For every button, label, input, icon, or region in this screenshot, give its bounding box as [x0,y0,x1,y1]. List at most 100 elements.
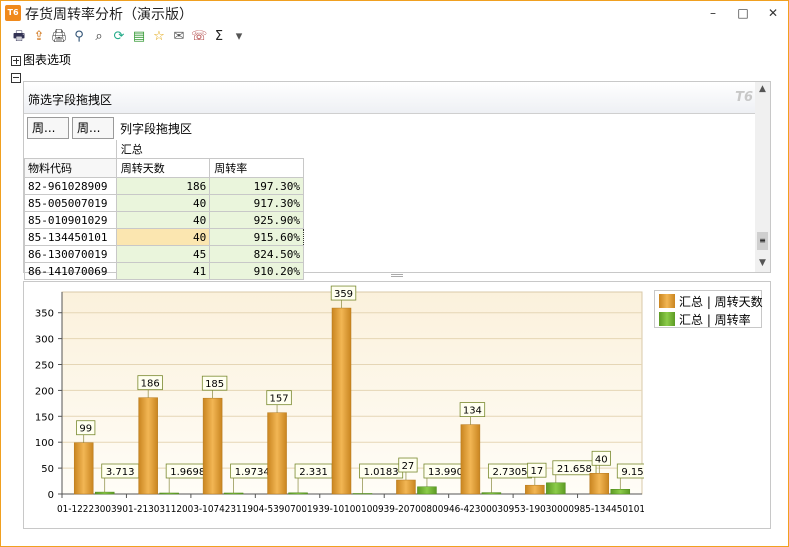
legend-label-days: 汇总 | 周转天数 [679,295,763,309]
chart-options-toggle[interactable]: 图表选项 [11,51,71,68]
turnover-rate-cell[interactable]: 824.50% [209,245,304,263]
bar-turnover-days [589,473,610,495]
material-code-cell[interactable]: 82-961028909 [24,177,117,195]
comment-icon[interactable]: ☏ [191,29,207,45]
y-tick-label: 300 [35,335,54,346]
material-code-cell[interactable]: 86-130070019 [24,245,117,263]
bar-turnover-days [331,307,352,495]
pivot-collapse-toggle[interactable] [11,70,23,84]
row-header[interactable]: 物料代码 [24,158,117,178]
column-drop-zone[interactable]: 列字段拖拽区 [120,120,192,137]
bar-turnover-rate [288,492,308,495]
bar-turnover-days [202,397,223,495]
table-row[interactable]: 85-134450101 40 915.60% [24,228,304,246]
turnover-rate-cell[interactable]: 910.20% [209,262,304,280]
table-row[interactable]: 86-141070069 41 910.20% [24,262,304,280]
bar-turnover-rate [159,492,179,495]
filter-drop-zone[interactable]: 筛选字段拖拽区 T6 [24,82,757,114]
bar-turnover-days [396,479,416,495]
x-axis-labels: 01-12223003901-21303112003-10742311904-5… [57,504,644,515]
legend-swatch-days [659,294,675,308]
scroll-thumb[interactable]: ≡ [757,232,768,250]
filter-icon[interactable]: ⚲ [71,29,87,45]
turnover-days-cell[interactable]: 186 [115,177,211,195]
data-label-rate: 2.7305 [492,467,527,478]
turnover-days-cell[interactable]: 41 [115,262,211,280]
bar-chart: 0 50 100 150 200 250 300 350 99 3.713 186 1.9698 185… [35,285,644,515]
pivot-grid-panel: 筛选字段拖拽区 T6 周... 周... 列字段拖拽区 汇总 物料代码 周转天数 周转… [23,81,771,280]
sum-icon[interactable]: Σ [211,29,227,45]
y-tick-label: 250 [35,361,54,372]
table-row[interactable]: 85-010901029 40 925.90% [24,211,304,229]
vertical-scrollbar[interactable]: ▲ ≡ ▼ [755,82,770,272]
toolbar: 🖶 ⇪ 🖨 ⚲ ⌕ ⟳ ▤ ☆ ✉ ☏ Σ ▾ [11,29,311,49]
table-row[interactable]: 86-130070019 45 824.50% [24,245,304,263]
print-icon[interactable]: 🖨 [51,29,68,45]
column-header[interactable]: 周转率 [209,158,304,178]
data-label-rate: 2.331 [299,467,328,478]
data-label-days: 134 [463,406,482,417]
table-row[interactable]: 85-005007019 40 917.30% [24,194,304,212]
material-code-cell[interactable]: 85-010901029 [24,211,117,229]
data-label-days: 40 [595,454,608,465]
turnover-days-cell[interactable]: 40 [115,194,211,212]
export-icon[interactable]: ⇪ [31,29,47,45]
title-bar: T6 存货周转率分析（演示版） – □ ✕ [1,1,788,27]
turnover-days-cell[interactable]: 45 [115,245,211,263]
chart-legend: 汇总 | 周转天数 汇总 | 周转率 [654,290,763,328]
scroll-up-icon[interactable]: ▲ [757,84,768,94]
material-code-cell[interactable]: 86-141070069 [24,262,117,280]
excel-icon[interactable]: ▤ [131,29,147,45]
bar-turnover-rate [223,492,244,495]
chart-options-label: 图表选项 [23,53,72,67]
filter-zone-label: 筛选字段拖拽区 [28,93,113,107]
data-label-days: 359 [334,289,353,300]
turnover-rate-cell[interactable]: 197.30% [209,177,304,195]
close-button[interactable]: ✕ [763,5,783,21]
legend-label-rate: 汇总 | 周转率 [679,313,751,327]
table-row[interactable]: 82-961028909 186 197.30% [24,177,304,195]
y-tick-label: 0 [48,490,54,501]
bar-turnover-rate [610,489,631,495]
minimize-button[interactable]: – [703,5,723,21]
mail-icon[interactable]: ✉ [171,29,187,45]
watermark-logo: T6 [735,90,753,105]
app-icon: T6 [5,5,21,21]
scroll-down-icon[interactable]: ▼ [757,258,768,268]
dropdown-arrow-icon[interactable]: ▾ [231,29,247,45]
data-label-rate: 1.0183 [364,467,399,478]
bar-turnover-days [138,397,158,495]
favorite-icon[interactable]: ☆ [151,29,167,45]
data-label-rate: 21.658 [557,464,592,475]
column-header[interactable]: 周转天数 [115,158,211,178]
row-field-chip[interactable]: 周... [27,117,69,139]
data-label-days: 27 [402,461,415,472]
row-field-chip[interactable]: 周... [72,117,114,139]
bar-turnover-rate [481,492,502,495]
turnover-rate-cell[interactable]: 925.90% [209,211,304,229]
data-label-rate: 1.9734 [235,467,270,478]
bar-turnover-days [525,484,545,495]
turnover-days-cell[interactable]: 40 [115,228,211,246]
material-code-cell[interactable]: 85-134450101 [24,228,117,246]
splitter-grip[interactable] [391,274,403,277]
bar-turnover-rate [352,493,373,495]
legend-swatch-rate [659,312,675,326]
bar-turnover-rate [546,482,566,495]
group-header[interactable]: 汇总 [116,140,304,159]
data-label-days: 186 [141,379,160,390]
turnover-rate-cell[interactable]: 917.30% [209,194,304,212]
print-preview-icon[interactable]: 🖶 [11,29,27,45]
material-code-cell[interactable]: 85-005007019 [24,194,117,212]
refresh-icon[interactable]: ⟳ [111,29,127,45]
turnover-rate-cell[interactable]: 915.60% [209,228,304,246]
data-label-days: 157 [270,394,289,405]
y-tick-label: 150 [35,412,54,423]
data-label-days: 185 [205,379,224,390]
maximize-button[interactable]: □ [733,5,753,21]
turnover-days-cell[interactable]: 40 [115,211,211,229]
y-tick-label: 200 [35,386,54,397]
data-label-days: 99 [79,424,92,435]
find-icon[interactable]: ⌕ [91,29,107,45]
data-label-rate: 3.713 [106,467,135,478]
